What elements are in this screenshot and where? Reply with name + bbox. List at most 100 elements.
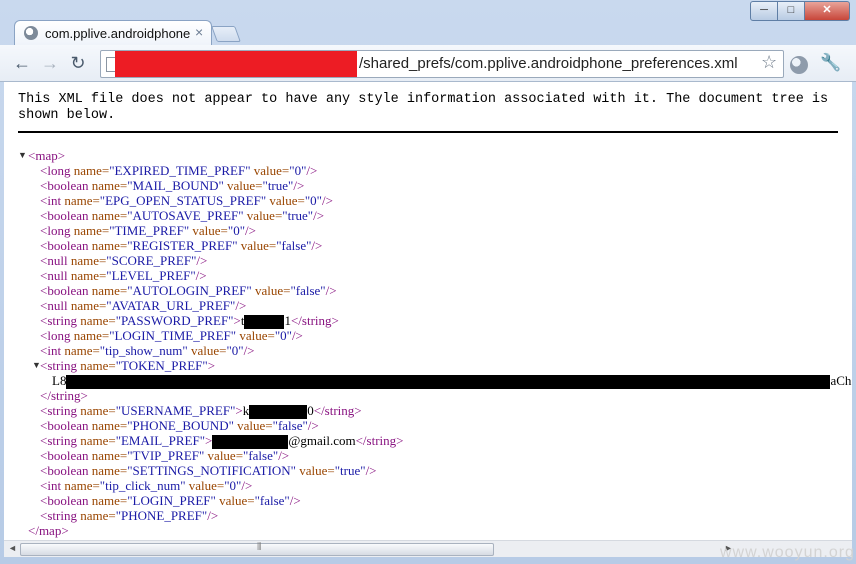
xml-attr: name= <box>91 418 128 433</box>
xml-attr: name= <box>73 223 110 238</box>
xml-tag: <boolean <box>40 418 89 433</box>
xml-tag-end: > <box>233 313 241 328</box>
bookmark-star-icon[interactable]: ☆ <box>761 52 777 73</box>
xml-attr-value: "true" <box>282 208 314 223</box>
xml-attr-value: "tip_show_num" <box>99 343 188 358</box>
xml-attr: name= <box>91 238 128 253</box>
xml-attr-value: "tip_click_num" <box>99 478 186 493</box>
back-button[interactable]: ← <box>10 51 34 75</box>
xml-attr: value= <box>190 343 227 358</box>
xml-tag: <string <box>40 403 77 418</box>
xml-tag-end: /> <box>306 163 318 178</box>
collapse-map-icon[interactable]: ▼ <box>18 150 27 160</box>
reload-button[interactable]: ↻ <box>66 51 90 75</box>
scroll-left-icon[interactable]: ◄ <box>8 543 17 553</box>
xml-attr-value: "MAIL_BOUND" <box>127 178 224 193</box>
xml-attr-value: "EPG_OPEN_STATUS_PREF" <box>99 193 267 208</box>
xml-tag: <boolean <box>40 178 89 193</box>
xml-attr-value: "0" <box>224 478 242 493</box>
xml-line: <boolean name="AUTOLOGIN_PREF" value="fa… <box>40 283 337 298</box>
xml-tag-close: </string> <box>355 433 404 448</box>
xml-attr-value: "0" <box>226 343 244 358</box>
xml-attr: name= <box>64 193 100 208</box>
xml-tag-end: /> <box>195 268 207 283</box>
tab-title: com.pplive.androidphone <box>45 26 191 41</box>
xml-attr: name= <box>80 403 116 418</box>
xml-attr-value: "LOGIN_TIME_PREF" <box>109 328 237 343</box>
xml-tag: <int <box>40 343 62 358</box>
minimize-button[interactable]: ─ <box>750 1 778 21</box>
globe-icon <box>24 26 38 40</box>
xml-attr: value= <box>269 193 305 208</box>
xml-attr-value: "TOKEN_PREF" <box>115 358 208 373</box>
xml-line: <boolean name="SETTINGS_NOTIFICATION" va… <box>40 463 377 478</box>
tab-strip: com.pplive.androidphone × ─ □ ✕ <box>0 0 856 47</box>
xml-attr-value: "0" <box>289 163 307 178</box>
xml-line: <boolean name="LOGIN_PREF" value="false"… <box>40 493 301 508</box>
xml-attr-value: "AUTOSAVE_PREF" <box>127 208 244 223</box>
xml-attr: name= <box>70 268 107 283</box>
xml-tag-end: /> <box>245 223 256 238</box>
xml-line: <long name="TIME_PREF" value="0"/> <box>40 223 256 238</box>
xml-tag-end: /> <box>313 208 325 223</box>
xml-tag-end: /> <box>311 238 323 253</box>
maximize-button[interactable]: □ <box>777 1 805 21</box>
redaction-block <box>212 435 289 450</box>
xml-attr-value: "PASSWORD_PREF" <box>115 313 234 328</box>
xml-line: <boolean name="REGISTER_PREF" value="fal… <box>40 238 322 253</box>
xml-line: <null name="LEVEL_PREF"/> <box>40 268 207 283</box>
xml-attr: value= <box>237 418 273 433</box>
xml-attr-value: "false" <box>272 418 308 433</box>
xml-line: <null name="SCORE_PREF"/> <box>40 253 207 268</box>
xml-tag-end: /> <box>278 448 290 463</box>
new-tab-button[interactable] <box>211 26 241 42</box>
xml-attr: value= <box>188 478 225 493</box>
xml-attr: value= <box>254 283 291 298</box>
xml-attr: name= <box>91 178 128 193</box>
xml-attr-value: "0" <box>227 223 246 238</box>
address-bar[interactable]: /shared_prefs/com.pplive.androidphone_pr… <box>100 50 784 78</box>
xml-attr-value: "EXPIRED_TIME_PREF" <box>109 163 251 178</box>
xml-tag-close: </string> <box>40 388 88 403</box>
xml-attr-value: "EMAIL_PREF" <box>115 433 206 448</box>
xml-tag-close: </string> <box>290 313 339 328</box>
xml-line: <boolean name="AUTOSAVE_PREF" value="tru… <box>40 208 324 223</box>
tab-close-icon[interactable]: × <box>195 24 203 40</box>
xml-line: <string name="EMAIL_PREF"> @gmail.com</st… <box>40 433 404 450</box>
xml-line: <int name="tip_click_num" value="0"/> <box>40 478 252 493</box>
xml-tag: <int <box>40 478 62 493</box>
xml-attr: name= <box>64 478 100 493</box>
url-text[interactable]: /shared_prefs/com.pplive.androidphone_pr… <box>359 55 755 72</box>
xml-tag: <boolean <box>40 283 89 298</box>
xml-tag: <string <box>40 358 77 373</box>
xml-attr-value: "REGISTER_PREF" <box>127 238 238 253</box>
xml-tag-end: /> <box>307 418 319 433</box>
xml-tag: <boolean <box>40 208 89 223</box>
xml-tag-close: </map> <box>28 523 69 538</box>
scrollbar-thumb[interactable]: ⦀ <box>20 542 494 556</box>
xml-line: <string name="PHONE_PREF"/> <box>40 508 218 523</box>
extension-icon[interactable] <box>790 56 808 74</box>
xml-attr: name= <box>70 298 107 313</box>
wrench-icon[interactable]: 🔧 <box>820 53 841 73</box>
xml-tag: <boolean <box>40 448 89 463</box>
xml-attr: name= <box>91 283 128 298</box>
tab-active[interactable]: com.pplive.androidphone × <box>14 20 212 47</box>
xml-attr: value= <box>253 163 290 178</box>
redaction-block <box>244 315 285 330</box>
close-window-button[interactable]: ✕ <box>804 1 850 21</box>
xml-line: <int name="tip_show_num" value="0"/> <box>40 343 255 358</box>
page-content: This XML file does not appear to have an… <box>4 82 852 540</box>
xml-tag: <long <box>40 223 71 238</box>
xml-tag-end: /> <box>243 343 255 358</box>
xml-attr: name= <box>64 343 100 358</box>
xml-tag-end: /> <box>325 283 337 298</box>
xml-attr-value: "true" <box>262 178 294 193</box>
xml-line-token-close: </string> <box>40 388 88 403</box>
forward-button[interactable]: → <box>38 51 62 75</box>
xml-text: @gmail.com <box>288 433 356 448</box>
xml-tag-end: /> <box>293 178 305 193</box>
xml-attr-value: "SETTINGS_NOTIFICATION" <box>127 463 296 478</box>
xml-line: <boolean name="MAIL_BOUND" value="true"/… <box>40 178 304 193</box>
xml-attr: name= <box>80 358 116 373</box>
